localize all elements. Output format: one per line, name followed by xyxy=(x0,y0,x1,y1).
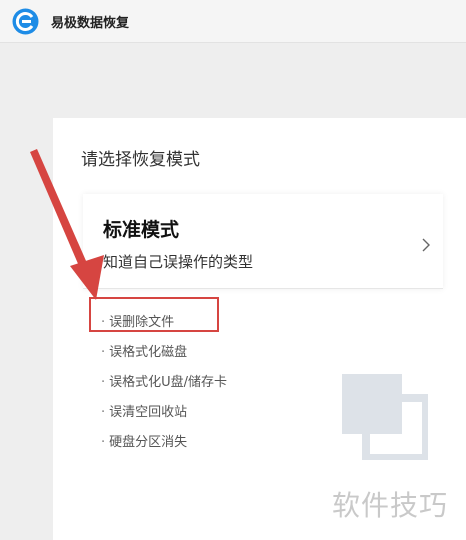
app-title: 易极数据恢复 xyxy=(51,16,130,31)
watermark-text: 软件技巧 xyxy=(326,472,466,540)
scenario-item-format-disk[interactable]: · 误格式化磁盘 xyxy=(101,338,227,368)
mode-description: 知道自己误操作的类型 xyxy=(103,253,254,271)
scenario-item-lost-partition[interactable]: · 硬盘分区消失 xyxy=(101,428,227,458)
scenario-item-format-usb[interactable]: · 误格式化U盘/储存卡 xyxy=(101,368,227,398)
bullet-dot: · xyxy=(101,345,106,360)
scenario-item-empty-recycle-bin[interactable]: · 误清空回收站 xyxy=(101,398,227,428)
bullet-dot: · xyxy=(101,435,106,450)
app-logo-icon xyxy=(12,8,39,35)
chevron-right-icon xyxy=(422,238,430,252)
watermark-logo-icon xyxy=(342,374,428,460)
page-title: 请选择恢复模式 xyxy=(81,150,200,170)
bullet-dot: · xyxy=(101,375,106,390)
scenario-label: 硬盘分区消失 xyxy=(109,435,188,450)
highlight-box xyxy=(89,297,219,332)
standard-mode-card[interactable]: 标准模式 知道自己误操作的类型 xyxy=(83,194,443,289)
mode-title: 标准模式 xyxy=(103,219,180,241)
title-bar: 易极数据恢复 xyxy=(0,0,466,43)
bullet-dot: · xyxy=(101,405,106,420)
scenario-label: 误清空回收站 xyxy=(109,405,188,420)
scenario-label: 误格式化磁盘 xyxy=(109,345,188,360)
scenario-label: 误格式化U盘/储存卡 xyxy=(109,375,228,390)
